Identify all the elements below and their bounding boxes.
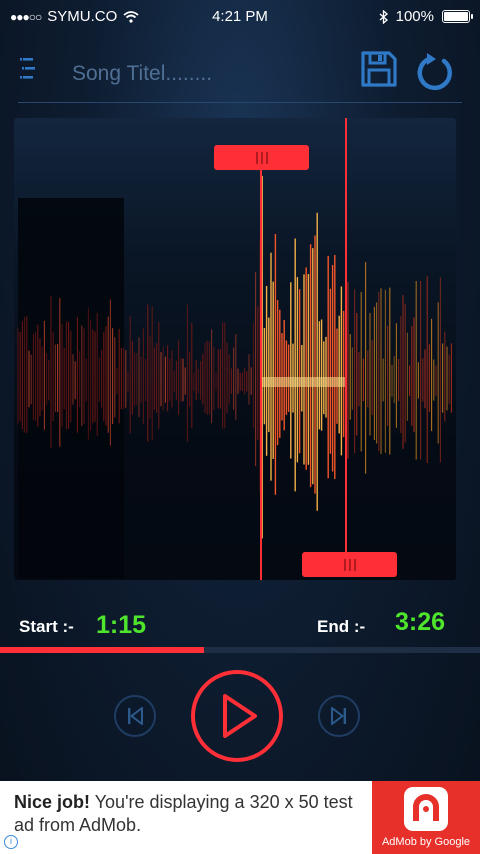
end-time: 3:26 (395, 608, 446, 636)
save-icon[interactable] (360, 50, 398, 88)
ad-headline: Nice job! (14, 792, 91, 812)
admob-brand: AdMob by Google (381, 836, 471, 848)
previous-button[interactable] (113, 694, 157, 738)
bluetooth-icon (379, 9, 388, 24)
ad-text: Nice job! You're displaying a 320 x 50 t… (14, 791, 364, 837)
battery-icon (442, 10, 473, 23)
status-bar: ●●●○○ SYMU.CO 4:21 PM 100% (0, 0, 480, 34)
start-label: Start :- (19, 617, 74, 636)
status-right: 100% (379, 8, 473, 25)
start-marker-line (260, 170, 262, 580)
waveform (17, 175, 452, 539)
next-button[interactable] (317, 694, 361, 738)
play-button[interactable] (189, 668, 285, 764)
end-label: End :- (317, 617, 366, 636)
song-title[interactable]: Song Titel........ (72, 62, 212, 86)
admob-icon (404, 787, 448, 831)
ad-banner[interactable]: Nice job! You're displaying a 320 x 50 t… (0, 781, 480, 854)
playback-progress[interactable] (0, 647, 480, 653)
ad-info-icon[interactable]: i (4, 835, 18, 849)
end-marker-handle[interactable] (302, 552, 397, 577)
app-screen: ●●●○○ SYMU.CO 4:21 PM 100% Song Titel...… (0, 0, 480, 854)
selection-glow (260, 377, 345, 387)
battery-percent: 100% (395, 8, 434, 25)
start-marker-handle[interactable] (214, 145, 309, 170)
admob-logo: AdMob by Google (372, 781, 480, 854)
end-marker-line (345, 118, 347, 552)
header-divider (18, 102, 462, 103)
waveform-panel[interactable] (14, 118, 456, 580)
refresh-icon[interactable] (414, 52, 456, 94)
start-time: 1:15 (96, 611, 147, 639)
menu-icon[interactable] (20, 56, 42, 82)
app-header: Song Titel........ (0, 40, 480, 104)
progress-fill (0, 647, 204, 653)
